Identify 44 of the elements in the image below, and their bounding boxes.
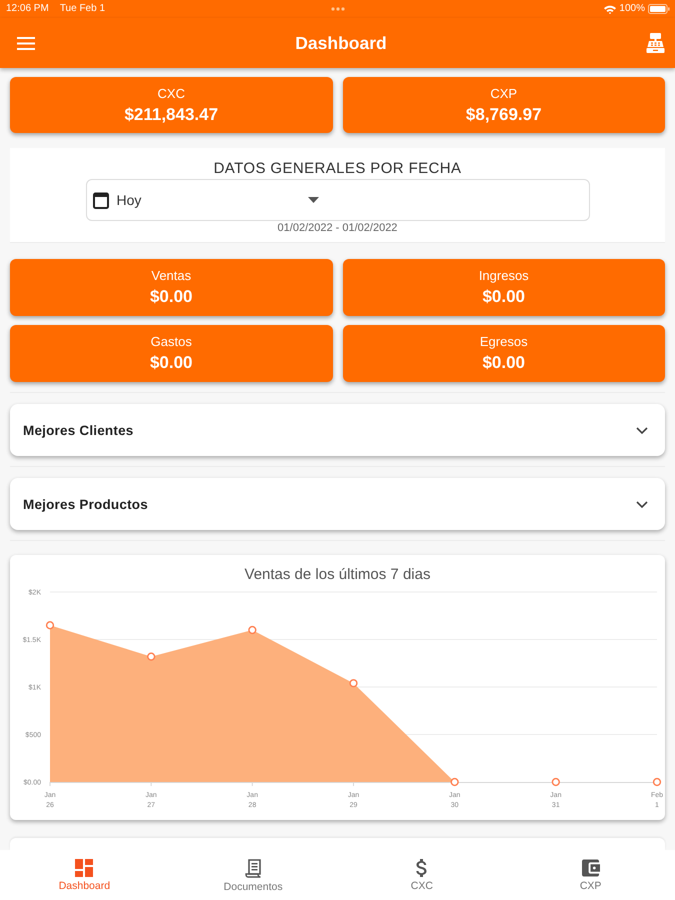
caret-icon: [308, 197, 318, 203]
date-dropdown[interactable]: Hoy: [86, 179, 590, 221]
section-title: DATOS GENERALES POR FECHA: [214, 160, 462, 178]
data-point: [348, 679, 358, 688]
date-range-text: 01/02/2022 - 01/02/2022: [278, 221, 398, 235]
data-point: [450, 778, 458, 786]
calendar-icon: [92, 192, 108, 208]
card-amount: $211,843.47: [124, 104, 218, 124]
status-date: Tue Feb 1: [60, 3, 106, 15]
nav-tab[interactable]: Dashboard: [0, 850, 169, 900]
card-amount: $0.00: [482, 353, 526, 373]
nav-tab[interactable]: CXC: [338, 850, 506, 900]
wifi-icon: [604, 4, 616, 14]
card-label: Gastos: [150, 334, 192, 350]
card-amount: $8,769.97: [466, 104, 542, 124]
dashboard-icon: [75, 859, 94, 877]
nav-tab[interactable]: Documentos: [168, 850, 338, 900]
card-amount: $0.00: [482, 287, 526, 307]
card-amount: $0.00: [150, 287, 193, 307]
card-label: CXC: [158, 86, 185, 102]
nav-tab[interactable]: CXP: [506, 850, 675, 900]
card-label: Ventas: [151, 268, 192, 284]
data-point: [45, 621, 54, 630]
data-point: [248, 626, 256, 634]
status-time: 12:06 PM: [6, 3, 49, 15]
header-title: Dashboard: [294, 32, 388, 54]
card-label: CXP: [490, 86, 518, 102]
data-point: [551, 778, 560, 786]
wallet-icon: [582, 859, 600, 877]
expansion-panel[interactable]: Mejores Productos: [10, 478, 665, 530]
battery-icon: [648, 4, 670, 14]
card-label: Ingresos: [478, 268, 529, 284]
battery-percent: 100%: [619, 3, 645, 15]
expansion-panel[interactable]: Mejores Clientes: [10, 404, 665, 456]
chart-title: Ventas de los últimos 7 dias: [244, 566, 430, 584]
data-point: [652, 778, 661, 786]
menu-icon[interactable]: [17, 36, 35, 50]
card-label: Egresos: [480, 334, 528, 350]
dots-icon: [331, 7, 345, 11]
data-point: [146, 652, 155, 661]
cash-register-icon[interactable]: [646, 33, 665, 53]
receipt-icon: [244, 859, 262, 878]
dollar-icon: [416, 859, 428, 877]
card-amount: $0.00: [150, 353, 193, 373]
